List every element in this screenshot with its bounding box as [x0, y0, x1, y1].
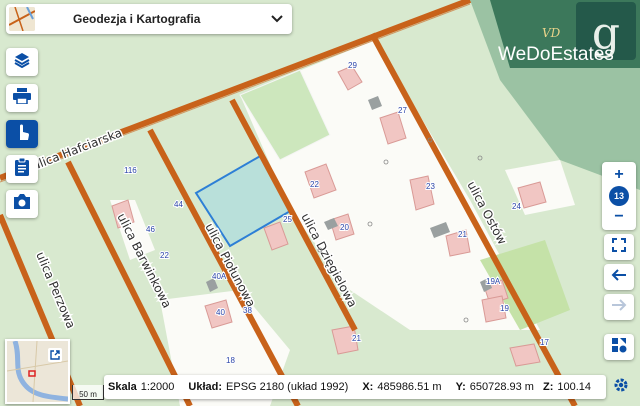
layer-thumbnail [9, 7, 35, 31]
identify-touch-button[interactable] [6, 120, 38, 148]
clipboard-icon [15, 157, 29, 181]
house-number-label: 22 [310, 180, 319, 189]
external-link-icon[interactable] [48, 348, 62, 362]
house-number-label: 21 [458, 230, 467, 239]
house-number-label: 24 [512, 202, 521, 211]
house-number-label: 21 [352, 334, 361, 343]
scale-readout: Skala 1:2000 [108, 381, 174, 393]
house-number-label: 29 [348, 61, 357, 70]
back-arrow-icon [611, 268, 627, 286]
house-number-label: 25 [283, 215, 292, 224]
settings-button[interactable] [608, 376, 634, 398]
zoom-in-button[interactable]: + [602, 164, 636, 186]
layer-selector[interactable]: Geodezja i Kartografia [6, 4, 292, 34]
crs-label: Układ: [188, 381, 223, 393]
brand-logo: g VD WeDoEstates [490, 0, 640, 68]
house-number-label: 116 [124, 166, 137, 175]
house-number-label: 46 [146, 225, 155, 234]
house-number-label: 17 [540, 338, 549, 347]
logo-brand-text: WeDoEstates [498, 44, 614, 65]
gear-icon [613, 377, 629, 398]
house-number-label: 19 [500, 304, 509, 313]
coordinate-status-bar: Skala 1:2000 Układ: EPSG 2180 (układ 1992)… [104, 375, 606, 399]
scale-bar: 50 m [72, 385, 104, 400]
zoom-out-button[interactable]: − [602, 206, 636, 228]
house-number-label: 44 [174, 200, 183, 209]
crs-readout: Układ: EPSG 2180 (układ 1992) [188, 381, 348, 393]
clipboard-button[interactable] [6, 155, 38, 183]
house-number-label: 23 [426, 182, 435, 191]
x-label: X: [362, 381, 374, 393]
scale-label: Skala [108, 381, 137, 393]
layers-icon [14, 52, 30, 73]
overview-minimap[interactable] [5, 339, 70, 404]
previous-view-button[interactable] [604, 264, 634, 290]
print-button[interactable] [6, 84, 38, 112]
y-label: Y: [455, 381, 466, 393]
camera-icon [13, 194, 31, 214]
x-readout: X: 485986.51 m [362, 381, 441, 393]
forward-arrow-icon [611, 298, 627, 316]
x-value: 485986.51 m [377, 381, 442, 393]
house-number-label: 38 [243, 306, 252, 315]
zoom-control: + 13 − [602, 162, 636, 230]
touch-icon [14, 123, 30, 146]
house-number-label: 22 [160, 251, 169, 260]
house-number-label: 40A [212, 272, 227, 281]
house-number-label: 27 [398, 106, 407, 115]
basemap-button[interactable] [604, 334, 634, 360]
scale-bar-label: 50 m [79, 390, 97, 399]
layers-button[interactable] [6, 48, 38, 76]
house-number-label: 19A [486, 277, 501, 286]
house-number-label: 20 [340, 223, 349, 232]
camera-button[interactable] [6, 190, 38, 218]
y-readout: Y: 650728.93 m [456, 381, 534, 393]
house-number-label: 18 [226, 356, 235, 365]
z-value: 100.14 [557, 381, 592, 393]
layer-selector-label: Geodezja i Kartografia [73, 12, 201, 26]
chevron-down-icon[interactable] [262, 12, 292, 26]
zoom-level-badge: 13 [609, 186, 629, 206]
print-icon [13, 87, 31, 109]
basemap-icon [611, 337, 627, 358]
logo-mark: VD [542, 26, 561, 40]
y-value: 650728.93 m [469, 381, 534, 393]
crs-value[interactable]: EPSG 2180 (układ 1992) [226, 381, 348, 393]
z-label: Z: [542, 381, 554, 393]
fullscreen-button[interactable] [604, 234, 634, 260]
house-number-label: 40 [216, 308, 225, 317]
z-readout: Z: 100.14 [543, 381, 591, 393]
scale-value[interactable]: 1:2000 [141, 381, 175, 393]
next-view-button[interactable] [604, 294, 634, 320]
fullscreen-icon [612, 237, 626, 257]
